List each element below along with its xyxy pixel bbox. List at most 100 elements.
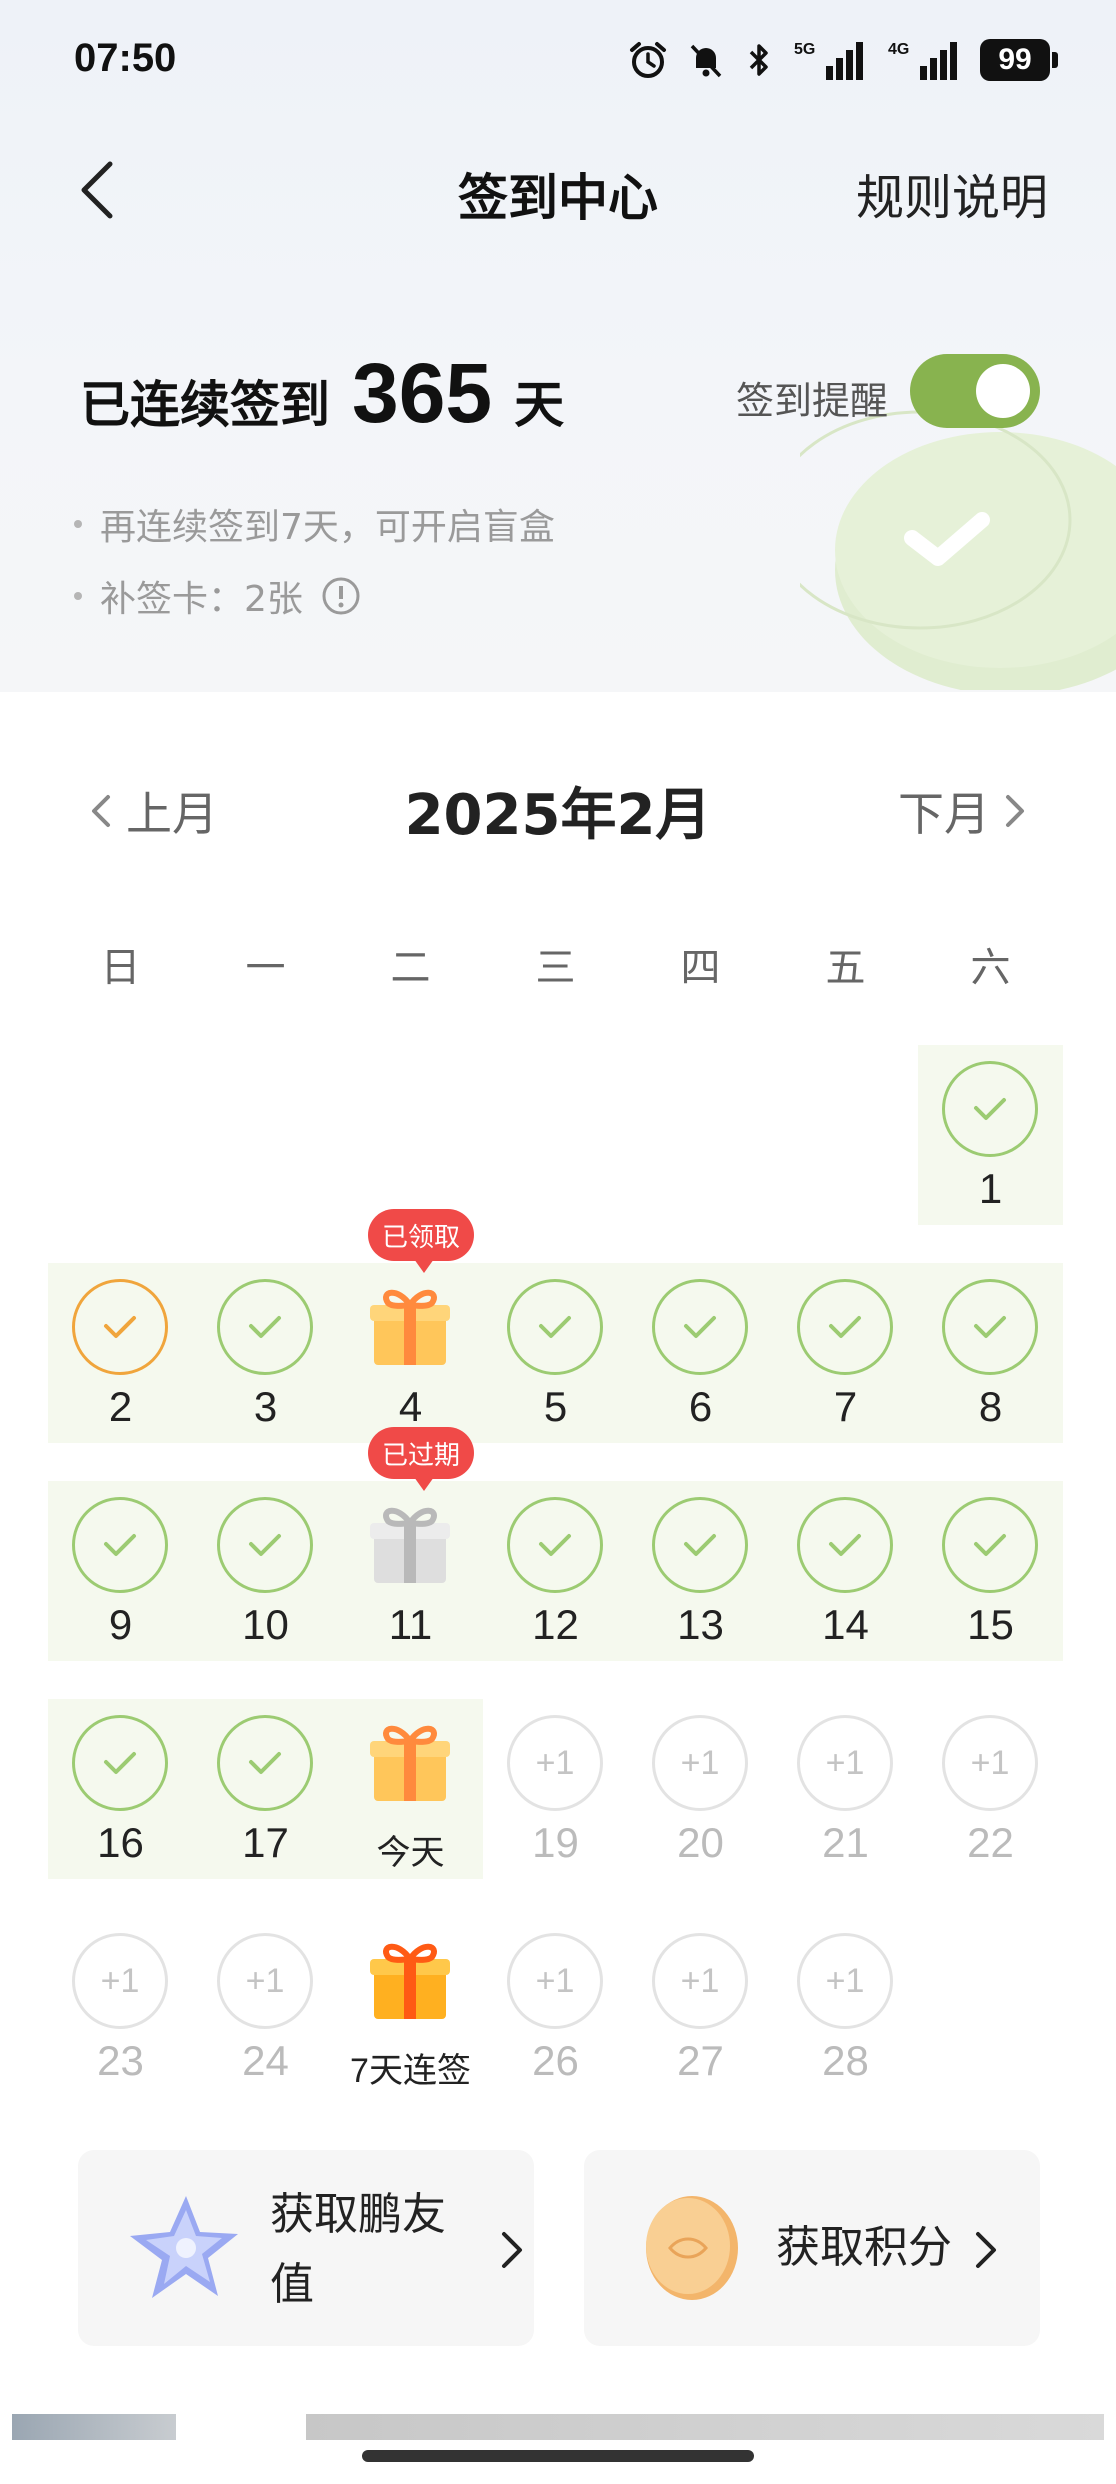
banner-strip [12,2414,176,2440]
streak-prefix: 已连续签到 [80,376,330,434]
calendar-day-signed[interactable]: 9 [48,1481,193,1661]
calendar-week: 16 17 今天 +1 19 +1 20 +1 21 +1 22 [48,1699,1068,1917]
reminder-toggle[interactable] [910,354,1040,428]
calendar-day-signed[interactable]: 2 [48,1263,193,1443]
svg-text:5G: 5G [794,41,815,58]
day-number: 12 [532,1601,579,1648]
next-month-button[interactable]: 下月 [898,778,1030,844]
calendar-day-signed[interactable]: 3 [193,1263,338,1443]
day-number: 14 [822,1601,869,1648]
info-icon[interactable] [321,576,361,616]
calendar-day-signed[interactable]: 5 [483,1263,628,1443]
tips-list: 再连续签到7天，可开启盲盒 补签卡：2张 [74,488,555,632]
calendar-day-gift-expired[interactable]: 已过期 11 [338,1427,483,1661]
future-reward-circle: +1 [942,1715,1038,1811]
calendar-day-future[interactable]: +1 28 [773,1917,918,2097]
day-number: 5 [543,1383,568,1430]
calendar-day-signed[interactable]: 13 [628,1481,773,1661]
check-circle-icon [942,1061,1038,1157]
calendar-week: 9 10 已过期 11 12 13 14 15 [48,1427,1068,1699]
day-number: 11 [388,1601,433,1648]
calendar-day-today-gift[interactable]: 今天 [338,1699,483,1879]
day-number: 6 [688,1383,713,1430]
battery-indicator: 99 [980,39,1058,81]
streak-unit: 天 [514,376,565,434]
card-label: 获取积分 [776,2222,952,2273]
calendar-day-signed[interactable]: 15 [918,1481,1063,1661]
calendar-day-signed[interactable]: 1 [918,1045,1063,1225]
future-reward-circle: +1 [652,1715,748,1811]
future-reward-circle: +1 [797,1715,893,1811]
gift-box-icon [370,1289,450,1365]
day-number: 26 [532,2037,579,2084]
get-points-card[interactable]: 获取积分 [584,2150,1040,2346]
rules-link[interactable]: 规则说明 [856,158,1048,228]
star-crystal-icon [130,2196,238,2298]
chevron-right-icon [976,2232,996,2268]
calendar-day-signed[interactable]: 10 [193,1481,338,1661]
claimed-badge: 已领取 [368,1209,475,1273]
calendar-day-signed[interactable]: 12 [483,1481,628,1661]
status-bar: 07:50 5G 4G 99 [0,0,1116,130]
day-number: 7 [833,1383,858,1430]
calendar-day-future[interactable]: +1 21 [773,1699,918,1879]
card-label: 获取鹏友值 [270,2189,446,2310]
calendar-day-signed[interactable]: 16 [48,1699,193,1879]
reminder-label: 签到提醒 [736,379,889,423]
day-number: 21 [822,1819,869,1866]
check-circle-icon [652,1497,748,1593]
calendar-day-future[interactable]: +1 19 [483,1699,628,1879]
check-circle-icon [72,1715,168,1811]
weekday-label: 四 [680,945,721,991]
next-month-label: 下月 [898,787,990,841]
weekday-header: 日 一 二 三 四 五 六 [48,935,1068,993]
calendar-day-future[interactable]: +1 27 [628,1917,773,2097]
calendar-day-streak-gift[interactable]: 7天连签 [338,1917,483,2097]
check-circle-icon [217,1279,313,1375]
calendar-week: 1 [48,1045,1068,1263]
day-number: 7天连签 [350,2052,471,2090]
day-number: 19 [532,1819,579,1866]
status-icons: 5G 4G 99 [628,34,1058,86]
tip-item: 再连续签到7天，可开启盲盒 [74,488,555,560]
calendar-day-signed[interactable]: 14 [773,1481,918,1661]
bullet-dot [74,592,82,600]
chevron-right-icon [502,2232,522,2268]
calendar-day-signed[interactable]: 7 [773,1263,918,1443]
bullet-dot [74,520,82,528]
banner-strip [306,2414,1104,2440]
get-friend-value-card[interactable]: 获取鹏友值 [78,2150,534,2346]
calendar-day-future[interactable]: +1 22 [918,1699,1063,1879]
day-number: 17 [242,1819,289,1866]
future-reward-circle: +1 [507,1933,603,2029]
home-indicator[interactable] [362,2450,754,2462]
calendar-day-future[interactable]: +1 23 [48,1917,193,2097]
streak-days: 365 [352,346,493,440]
day-number: 15 [967,1601,1014,1648]
day-number: 13 [677,1601,724,1648]
calendar-day-future[interactable]: +1 24 [193,1917,338,2097]
day-number: 今天 [376,1834,445,1872]
tip-item: 补签卡：2张 [74,560,555,632]
calendar-day-signed[interactable]: 6 [628,1263,773,1443]
calendar-day-signed[interactable]: 8 [918,1263,1063,1443]
calendar-day-signed[interactable]: 17 [193,1699,338,1879]
day-number: 24 [242,2037,289,2084]
toggle-knob [976,364,1030,418]
calendar-day-future[interactable]: +1 20 [628,1699,773,1879]
day-number: 23 [97,2037,144,2084]
calendar-day-gift-claimed[interactable]: 已领取 4 [338,1209,483,1443]
mute-bell-icon [690,44,722,78]
alarm-icon [630,42,666,78]
calendar-week: +1 23 +1 24 7天连签 +1 26 +1 27 +1 28 [48,1917,1068,2135]
bluetooth-icon [749,44,768,76]
day-number: 3 [253,1383,278,1430]
calendar-day-future[interactable]: +1 26 [483,1917,628,2097]
check-circle-icon [797,1497,893,1593]
day-number: 1 [978,1165,1003,1212]
gift-box-icon [370,1943,450,2019]
signal-5g-icon: 5G [794,41,863,80]
coin-icon [646,2196,738,2300]
day-number: 4 [398,1383,423,1430]
check-circle-icon [507,1497,603,1593]
